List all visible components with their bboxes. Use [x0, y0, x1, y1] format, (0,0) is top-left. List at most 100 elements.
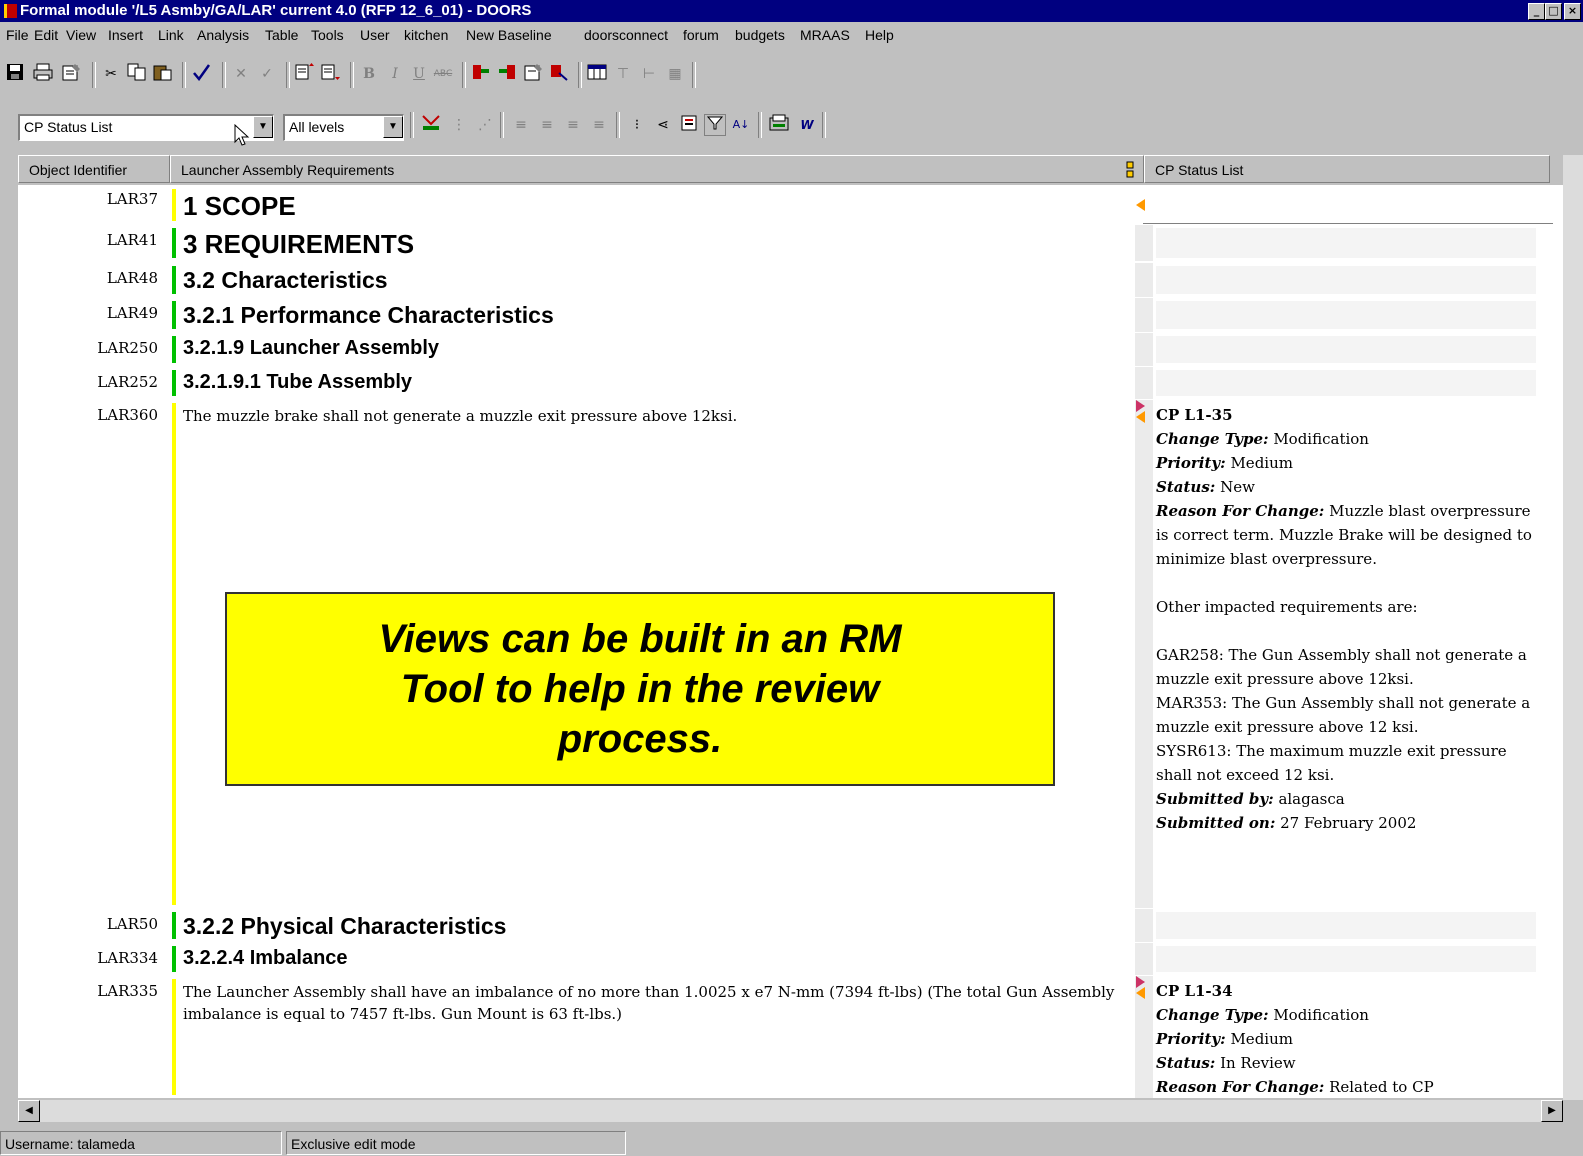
table-col-icon[interactable]: ⊢ — [638, 63, 660, 85]
table-row[interactable]: LAR250 3.2.1.9 Launcher Assembly — [18, 333, 1563, 366]
menu-user[interactable]: User — [360, 27, 390, 43]
module-properties-icon[interactable] — [522, 63, 544, 85]
links-icon[interactable]: ⋖ — [652, 114, 674, 136]
column-resize-icon[interactable] — [1126, 161, 1134, 179]
menu-file[interactable]: File — [6, 27, 29, 43]
horizontal-scrollbar[interactable]: ◀ ▶ — [18, 1100, 1563, 1122]
table-row[interactable]: LAR252 3.2.1.9.1 Tube Assembly — [18, 367, 1563, 399]
object-id: LAR37 — [106, 190, 158, 208]
menu-insert[interactable]: Insert — [108, 27, 143, 43]
column-header-cp-status[interactable]: CP Status List — [1144, 155, 1550, 183]
delete-icon[interactable]: ✕ — [230, 63, 252, 85]
hierarchy-icon[interactable]: ⋰ — [474, 114, 496, 136]
chevron-down-icon[interactable]: ▼ — [383, 116, 403, 138]
close-button[interactable]: × — [1564, 3, 1581, 20]
menu-kitchen[interactable]: kitchen — [404, 27, 448, 43]
properties-icon[interactable] — [60, 63, 82, 85]
underline-icon[interactable]: U — [408, 63, 430, 85]
change-marker-icon[interactable] — [1136, 987, 1145, 999]
save-icon[interactable] — [4, 63, 26, 85]
title-bar[interactable]: Formal module '/L5 Asmby/GA/LAR' current… — [0, 0, 1583, 22]
table-insert-icon[interactable]: ⊤ — [612, 63, 634, 85]
menu-forum[interactable]: forum — [683, 27, 719, 43]
scroll-right-icon[interactable]: ▶ — [1541, 1100, 1563, 1122]
align-right-icon[interactable]: ≡ — [562, 114, 584, 136]
menu-tools[interactable]: Tools — [311, 27, 344, 43]
outline-icon[interactable]: ⋮ — [448, 114, 470, 136]
vertical-scrollbar[interactable] — [1563, 155, 1583, 1100]
column-header-object-identifier[interactable]: Object Identifier — [18, 155, 170, 183]
heading-text[interactable]: 3 REQUIREMENTS — [183, 229, 1133, 260]
dependency-icon[interactable]: ⁝ — [626, 114, 648, 136]
cp-label: Reason For Change: — [1156, 502, 1325, 520]
align-center-icon[interactable]: ≡ — [536, 114, 558, 136]
menu-link[interactable]: Link — [158, 27, 184, 43]
insert-below-icon[interactable] — [320, 63, 342, 85]
table-icon[interactable] — [586, 63, 608, 85]
accept-icon[interactable]: ✓ — [256, 63, 278, 85]
insert-above-icon[interactable] — [294, 63, 316, 85]
menu-table[interactable]: Table — [265, 27, 298, 43]
heading-text[interactable]: 3.2.1 Performance Characteristics — [183, 302, 1133, 329]
maximize-button[interactable]: □ — [1545, 3, 1562, 20]
cp-status-cell[interactable]: CP L1-34 Change Type: Modification Prior… — [1156, 979, 1541, 1098]
justify-icon[interactable]: ≡ — [588, 114, 610, 136]
heading-text[interactable]: 1 SCOPE — [183, 191, 1133, 222]
doors-app-icon[interactable] — [4, 4, 17, 18]
italic-icon[interactable]: I — [384, 63, 406, 85]
requirement-text[interactable]: The Launcher Assembly shall have an imba… — [183, 981, 1128, 1025]
column-header-main[interactable]: Launcher Assembly Requirements — [170, 155, 1144, 183]
status-username: Username: talameda — [0, 1131, 282, 1155]
cp-status-cell[interactable]: CP L1-35 Change Type: Modification Prior… — [1156, 403, 1541, 835]
menu-view[interactable]: View — [66, 27, 96, 43]
table-row[interactable]: LAR50 3.2.2 Physical Characteristics — [18, 909, 1563, 942]
chevron-down-icon[interactable]: ▼ — [253, 116, 273, 138]
bold-icon[interactable]: B — [358, 63, 380, 85]
menu-help[interactable]: Help — [865, 27, 894, 43]
menu-mraas[interactable]: MRAAS — [800, 27, 850, 43]
requirement-text[interactable]: The muzzle brake shall not generate a mu… — [183, 405, 1133, 427]
table-row[interactable]: LAR334 3.2.2.4 Imbalance — [18, 943, 1563, 975]
minimize-button[interactable]: _ — [1528, 3, 1545, 20]
edit-icon[interactable] — [678, 114, 700, 136]
menu-analysis[interactable]: Analysis — [197, 27, 249, 43]
strikethrough-icon[interactable]: ABC — [432, 63, 454, 85]
scroll-left-icon[interactable]: ◀ — [18, 1100, 40, 1122]
link-icon[interactable] — [548, 63, 570, 85]
row-marker-bar — [172, 946, 176, 972]
change-marker-icon[interactable] — [1136, 199, 1145, 211]
link-end-icon[interactable] — [496, 63, 518, 85]
table-row[interactable]: LAR49 3.2.1 Performance Characteristics — [18, 298, 1563, 332]
row-marker-bar — [172, 370, 176, 396]
menu-new-baseline[interactable]: New Baseline — [466, 27, 552, 43]
filter-icon[interactable] — [704, 114, 726, 136]
table-row[interactable]: LAR41 3 REQUIREMENTS — [18, 225, 1563, 261]
heading-text[interactable]: 3.2.2.4 Imbalance — [183, 947, 1133, 970]
paste-icon[interactable] — [152, 63, 174, 85]
copy-icon[interactable] — [126, 63, 148, 85]
word-export-icon[interactable]: W — [796, 114, 818, 136]
heading-text[interactable]: 3.2.1.9.1 Tube Assembly — [183, 371, 1133, 394]
change-marker-icon[interactable] — [1136, 411, 1145, 423]
table-row[interactable]: LAR48 3.2 Characteristics — [18, 263, 1563, 297]
print-icon[interactable] — [32, 63, 54, 85]
table-row[interactable]: LAR335 The Launcher Assembly shall have … — [18, 976, 1563, 1098]
table-grid-icon[interactable]: ▦ — [664, 63, 686, 85]
level-select[interactable]: All levels ▼ — [283, 114, 404, 141]
heading-text[interactable]: 3.2.1.9 Launcher Assembly — [183, 337, 1133, 360]
spellcheck-icon[interactable] — [190, 63, 212, 85]
link-start-icon[interactable] — [470, 63, 492, 85]
align-left-icon[interactable]: ≡ — [510, 114, 532, 136]
toolbar-separator — [410, 112, 414, 138]
object-id: LAR335 — [97, 982, 158, 1000]
filter-text-icon[interactable] — [420, 114, 442, 136]
sort-icon[interactable]: A↓ — [730, 114, 752, 136]
menu-doorsconnect[interactable]: doorsconnect — [584, 27, 668, 43]
cut-icon[interactable]: ✂ — [100, 63, 122, 85]
heading-text[interactable]: 3.2 Characteristics — [183, 267, 1133, 294]
heading-text[interactable]: 3.2.2 Physical Characteristics — [183, 913, 1133, 940]
table-row[interactable]: LAR37 1 SCOPE — [18, 186, 1563, 224]
menu-edit[interactable]: Edit — [34, 27, 58, 43]
menu-budgets[interactable]: budgets — [735, 27, 785, 43]
export-icon[interactable] — [768, 114, 790, 136]
